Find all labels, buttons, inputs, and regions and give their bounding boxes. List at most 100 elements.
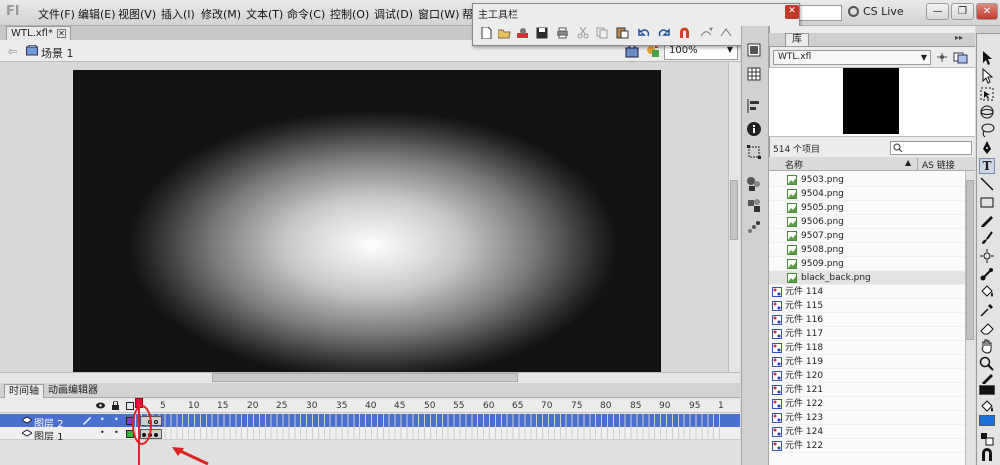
empty-keyframe-dot[interactable] [154, 420, 158, 424]
library-item[interactable]: 元件 122 [769, 439, 965, 453]
pencil-tool-icon[interactable] [979, 212, 995, 228]
pin-library-icon[interactable] [935, 51, 949, 64]
close-window-button[interactable]: ✕ [976, 3, 998, 20]
library-item[interactable]: black_back.png [769, 271, 965, 285]
smooth-icon[interactable] [700, 27, 713, 39]
swatches-panel-icon[interactable] [746, 66, 762, 82]
library-item[interactable]: 元件 119 [769, 355, 965, 369]
menu-file[interactable]: 文件(F) [38, 6, 75, 22]
snap-to-objects-icon[interactable] [979, 447, 995, 463]
straighten-icon[interactable] [720, 27, 733, 39]
selection-tool-icon[interactable] [979, 50, 995, 66]
code-snippets-icon[interactable] [746, 176, 762, 192]
menu-control[interactable]: 控制(O) [330, 6, 369, 22]
line-tool-icon[interactable] [979, 176, 995, 192]
stage-horizontal-scroll-thumb[interactable] [212, 373, 518, 382]
document-tab[interactable]: WTL.xfl* ✕ [6, 26, 71, 40]
deco-tool-icon[interactable] [979, 248, 995, 264]
lock-dot[interactable]: • [114, 415, 119, 424]
tools-panel-grip[interactable] [976, 26, 1000, 34]
lock-icon[interactable] [112, 401, 119, 410]
new-file-icon[interactable] [480, 27, 493, 39]
menu-debug[interactable]: 调试(D) [374, 6, 413, 22]
library-document-select[interactable]: WTL.xfl ▼ [773, 50, 931, 65]
library-item[interactable]: 元件 120 [769, 369, 965, 383]
column-linkage[interactable]: AS 链接 [917, 158, 955, 171]
library-item[interactable]: 9504.png [769, 187, 965, 201]
library-item[interactable]: 元件 124 [769, 425, 965, 439]
print-icon[interactable] [556, 27, 569, 39]
tab-motion-editor[interactable]: 动画编辑器 [44, 384, 102, 398]
library-item[interactable]: 元件 123 [769, 411, 965, 425]
keyframe-dot[interactable] [154, 433, 158, 437]
library-item[interactable]: 元件 118 [769, 341, 965, 355]
cs-live-button[interactable]: CS Live [848, 5, 904, 21]
app-logo-icon[interactable]: Fl [6, 4, 22, 20]
sort-arrow-icon[interactable]: ▲ [905, 158, 911, 167]
save-icon[interactable] [536, 27, 549, 39]
stroke-color-icon[interactable] [979, 372, 995, 384]
collapse-panel-icon[interactable]: ▸▸ [955, 33, 963, 42]
stroke-color-swatch[interactable] [979, 385, 995, 395]
library-item[interactable]: 元件 116 [769, 313, 965, 327]
motion-presets-icon[interactable] [746, 219, 762, 235]
back-arrow-icon[interactable]: ⇦ [8, 45, 17, 58]
copy-icon[interactable] [596, 27, 609, 39]
menu-edit[interactable]: 编辑(E) [78, 6, 116, 22]
library-item[interactable]: 9503.png [769, 173, 965, 187]
menu-view[interactable]: 视图(V) [118, 6, 156, 22]
library-item[interactable]: 9505.png [769, 201, 965, 215]
bone-tool-icon[interactable] [979, 266, 995, 282]
align-panel-icon[interactable] [746, 98, 762, 114]
open-file-icon[interactable] [498, 27, 511, 39]
subselection-tool-icon[interactable] [979, 68, 995, 84]
menu-modify[interactable]: 修改(M) [201, 6, 241, 22]
text-tool-icon[interactable]: T [979, 158, 995, 174]
new-library-panel-icon[interactable] [953, 51, 968, 64]
toolbar-close-button[interactable]: ✕ [785, 5, 799, 19]
eyedropper-tool-icon[interactable] [979, 302, 995, 318]
menu-insert[interactable]: 插入(I) [161, 6, 195, 22]
library-item[interactable]: 元件 117 [769, 327, 965, 341]
pen-tool-icon[interactable] [979, 140, 995, 156]
snap-magnet-icon[interactable] [678, 27, 691, 39]
library-item[interactable]: 9506.png [769, 215, 965, 229]
eraser-tool-icon[interactable] [979, 320, 995, 336]
lasso-tool-icon[interactable] [979, 122, 995, 138]
show-hide-eye-icon[interactable] [96, 402, 105, 409]
undo-icon[interactable] [638, 27, 651, 39]
lock-dot[interactable]: • [114, 428, 119, 437]
library-item[interactable]: 9507.png [769, 229, 965, 243]
menu-window[interactable]: 窗口(W) [418, 6, 459, 22]
frames-grid[interactable] [135, 414, 725, 440]
paste-icon[interactable] [616, 27, 629, 39]
stage-canvas[interactable] [73, 70, 661, 372]
transform-panel-icon[interactable] [746, 144, 762, 160]
free-transform-tool-icon[interactable] [979, 86, 995, 102]
menu-commands[interactable]: 命令(C) [287, 6, 325, 22]
fill-color-swatch[interactable] [979, 415, 995, 426]
maximize-button[interactable]: ❐ [951, 3, 974, 20]
zoom-tool-icon[interactable] [979, 356, 995, 372]
eye-dot[interactable]: • [100, 428, 105, 437]
swap-colors-icon[interactable] [979, 431, 995, 447]
redo-icon[interactable] [657, 27, 670, 39]
library-search-input[interactable] [890, 141, 972, 155]
color-panel-icon[interactable] [746, 42, 762, 58]
3d-rotation-tool-icon[interactable] [979, 104, 995, 120]
components-panel-icon[interactable] [746, 198, 762, 214]
eye-dot[interactable]: • [100, 415, 105, 424]
stage-vertical-scroll-thumb[interactable] [730, 180, 738, 240]
info-panel-icon[interactable] [746, 121, 762, 137]
library-item[interactable]: 9509.png [769, 257, 965, 271]
library-item[interactable]: 元件 121 [769, 383, 965, 397]
tab-library[interactable]: 库 [785, 33, 809, 46]
close-tab-icon[interactable]: ✕ [56, 29, 66, 38]
library-item[interactable]: 9508.png [769, 243, 965, 257]
menu-text[interactable]: 文本(T) [246, 6, 283, 22]
open-remote-icon[interactable] [516, 27, 529, 39]
outline-toggle-icon[interactable] [126, 402, 134, 410]
minimize-button[interactable]: — [926, 3, 949, 20]
library-item[interactable]: 元件 115 [769, 299, 965, 313]
rectangle-tool-icon[interactable] [979, 194, 995, 210]
